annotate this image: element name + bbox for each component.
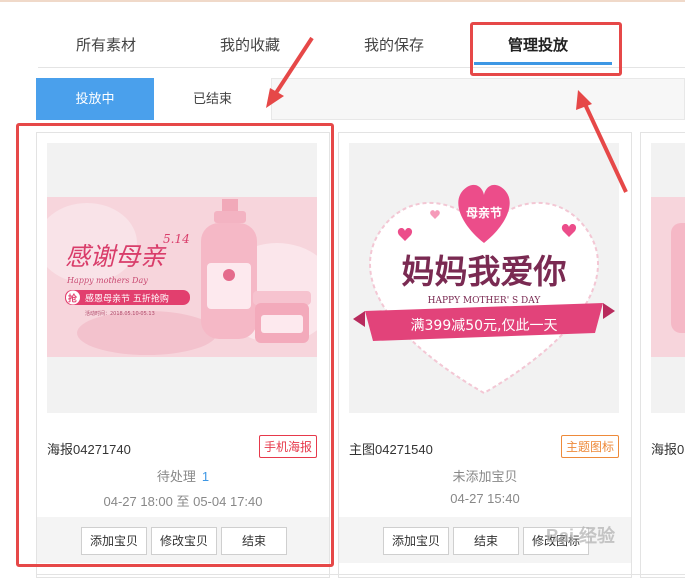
annotation-arrows [266, 36, 628, 193]
watermark-logo: Bai 经验 [546, 526, 616, 546]
arrow-icon-left [266, 36, 314, 108]
arrow-icon-right [576, 90, 628, 193]
